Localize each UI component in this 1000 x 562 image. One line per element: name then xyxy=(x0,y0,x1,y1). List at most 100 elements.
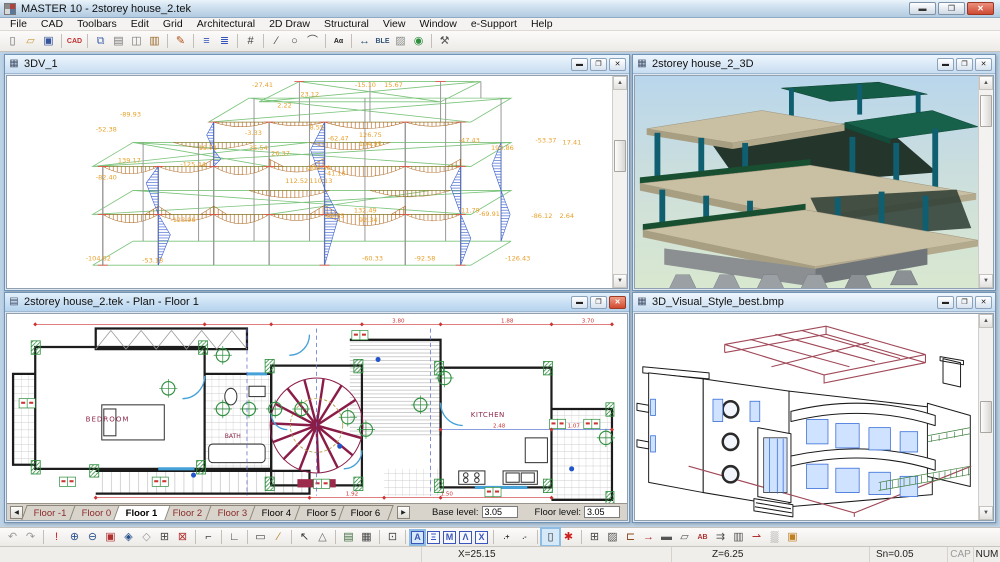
child-close-button[interactable]: ✕ xyxy=(609,296,626,309)
save-file-button[interactable]: ▣ xyxy=(40,33,57,49)
e-support-cart-button[interactable]: ◉ xyxy=(410,33,427,49)
hatch-display-button[interactable]: ▨ xyxy=(604,529,621,545)
tab-scroll-left-button[interactable]: ◀ xyxy=(10,506,23,519)
wireframe-house-view[interactable] xyxy=(635,314,982,521)
undo-button[interactable]: ↶ xyxy=(4,529,21,545)
menu-grid[interactable]: Grid xyxy=(156,18,190,30)
scroll-up-arrow-icon[interactable]: ▲ xyxy=(979,314,993,328)
print-button[interactable]: ▤ xyxy=(110,33,127,49)
scroll-down-arrow-icon[interactable]: ▼ xyxy=(613,274,627,288)
protractor-button[interactable]: △ xyxy=(314,529,331,545)
floor-plan-drawing[interactable]: 3.801.883.702.481.071.921.50 BEDROOM BAT… xyxy=(7,314,616,506)
window-3d-render[interactable]: ▦ 2storey house_2_3D ▬ ❐ ✕ xyxy=(632,54,996,291)
hatch-tool-button[interactable]: ▨ xyxy=(392,33,409,49)
edit-properties-button[interactable]: ▤ xyxy=(340,529,357,545)
layer-box-button[interactable]: ▣ xyxy=(784,529,801,545)
scroll-down-arrow-icon[interactable]: ▼ xyxy=(979,506,993,520)
screen-tool-button[interactable]: ▥ xyxy=(730,529,747,545)
zoom-window-button[interactable]: ▣ xyxy=(102,529,119,545)
render-3d-view[interactable] xyxy=(635,76,982,289)
floor-tab-floor-1[interactable]: Floor 1 xyxy=(114,505,171,520)
scroll-down-arrow-icon[interactable]: ▼ xyxy=(979,274,993,288)
mode-a-button[interactable]: A xyxy=(411,531,424,544)
menu-file[interactable]: File xyxy=(3,18,34,30)
child-maximize-button[interactable]: ❐ xyxy=(956,296,973,309)
mode-m-button[interactable]: M xyxy=(443,531,456,544)
entity-info-button[interactable]: ≣ xyxy=(216,33,233,49)
scrollbar-thumb[interactable] xyxy=(980,95,992,127)
draw-arc-button[interactable]: ⌒ xyxy=(304,33,321,49)
cad-export-button[interactable]: CAD xyxy=(66,33,83,49)
menu-e-support[interactable]: e-Support xyxy=(464,18,524,30)
zoom-select-button[interactable]: ◈ xyxy=(120,529,137,545)
menu-window[interactable]: Window xyxy=(412,18,463,30)
spray-tool-button[interactable]: ▒ xyxy=(766,529,783,545)
print-preview-button[interactable]: ◫ xyxy=(128,33,145,49)
mode-x-button[interactable]: X xyxy=(475,531,488,544)
regen-alert-button[interactable]: ! xyxy=(48,529,65,545)
close-button[interactable]: ✕ xyxy=(967,2,994,15)
decimal-increase-button[interactable]: .+ xyxy=(498,529,515,545)
zoom-dynamic-button[interactable]: ◇ xyxy=(138,529,155,545)
child-maximize-button[interactable]: ❐ xyxy=(590,296,607,309)
window-plan-floor1[interactable]: ▤ 2storey house_2.tek - Plan - Floor 1 ▬… xyxy=(4,292,630,523)
grid-display-button[interactable]: ⊞ xyxy=(586,529,603,545)
table-view-button[interactable]: ▦ xyxy=(358,529,375,545)
scrollbar-thumb[interactable] xyxy=(614,140,626,172)
text-tool-button[interactable]: Aα xyxy=(330,33,347,49)
draw-circle-button[interactable]: ○ xyxy=(286,33,303,49)
child-close-button[interactable]: ✕ xyxy=(975,296,992,309)
solid-tool-button[interactable]: ▬ xyxy=(658,529,675,545)
tab-scroll-right-button[interactable]: ▶ xyxy=(397,506,410,519)
window-visual-style-titlebar[interactable]: ▦ 3D_Visual_Style_best.bmp ▬ ❐ ✕ xyxy=(633,293,995,312)
slab-tool-button[interactable]: ▱ xyxy=(676,529,693,545)
menu-toolbars[interactable]: Toolbars xyxy=(70,18,124,30)
child-close-button[interactable]: ✕ xyxy=(609,58,626,71)
endpoint-tool-button[interactable]: ⇀ xyxy=(748,529,765,545)
floor-tab-floor-6[interactable]: Floor 6 xyxy=(339,505,394,520)
grid-settings-button[interactable]: # xyxy=(242,33,259,49)
window-3dv-1-titlebar[interactable]: ▦ 3DV_1 ▬ ❐ ✕ xyxy=(5,55,629,74)
menu-view[interactable]: View xyxy=(376,18,413,30)
child-minimize-button[interactable]: ▬ xyxy=(937,58,954,71)
export-image-button[interactable]: ▥ xyxy=(146,33,163,49)
zoom-in-button[interactable]: ⊕ xyxy=(66,529,83,545)
mode-lambda-button[interactable]: Λ xyxy=(459,531,472,544)
trim-tool-button[interactable]: → xyxy=(640,529,657,545)
text-ab-button[interactable]: AB xyxy=(694,529,711,545)
menu-cad[interactable]: CAD xyxy=(34,18,70,30)
zoom-extents-button[interactable]: ⊞ xyxy=(156,529,173,545)
restore-button[interactable]: ❐ xyxy=(938,2,965,15)
mouse-settings-button[interactable]: ▯ xyxy=(542,529,559,545)
quick-dimension-button[interactable]: ∕ xyxy=(270,529,287,545)
mode-xi-button[interactable]: Ξ xyxy=(427,531,440,544)
wall-tool-button[interactable]: ⊏ xyxy=(622,529,639,545)
sketch-pen-button[interactable]: ✎ xyxy=(172,33,189,49)
scrollbar-thumb[interactable] xyxy=(980,401,992,433)
minimize-button[interactable]: ▬ xyxy=(909,2,936,15)
zoom-out-button[interactable]: ⊖ xyxy=(84,529,101,545)
child-minimize-button[interactable]: ▬ xyxy=(571,296,588,309)
vertical-scrollbar[interactable]: ▲ ▼ xyxy=(612,76,627,288)
vertical-scrollbar[interactable]: ▲ ▼ xyxy=(978,314,993,520)
scroll-up-arrow-icon[interactable]: ▲ xyxy=(979,76,993,90)
structural-moment-diagram[interactable]: -27.412.2223.12-15.1015.678.55-3.33-89.9… xyxy=(7,76,616,289)
child-minimize-button[interactable]: ▬ xyxy=(937,296,954,309)
child-maximize-button[interactable]: ❐ xyxy=(590,58,607,71)
child-close-button[interactable]: ✕ xyxy=(975,58,992,71)
copy-button[interactable]: ⧉ xyxy=(92,33,109,49)
decimal-decrease-button[interactable]: .- xyxy=(516,529,533,545)
draw-line-button[interactable]: ∕ xyxy=(268,33,285,49)
child-maximize-button[interactable]: ❐ xyxy=(956,58,973,71)
menu-help[interactable]: Help xyxy=(524,18,560,30)
menu-edit[interactable]: Edit xyxy=(124,18,156,30)
window-3d-render-titlebar[interactable]: ▦ 2storey house_2_3D ▬ ❐ ✕ xyxy=(633,55,995,74)
dimension-tool-button[interactable]: ↔ xyxy=(356,33,373,49)
menu-structural[interactable]: Structural xyxy=(317,18,376,30)
new-file-button[interactable]: ▯ xyxy=(4,33,21,49)
entity-list-button[interactable]: ≡ xyxy=(198,33,215,49)
window-visual-style[interactable]: ▦ 3D_Visual_Style_best.bmp ▬ ❐ ✕ xyxy=(632,292,996,523)
ble-tool-button[interactable]: BLE xyxy=(374,33,391,49)
menu-architectural[interactable]: Architectural xyxy=(190,18,262,30)
zoom-previous-button[interactable]: ⊠ xyxy=(174,529,191,545)
